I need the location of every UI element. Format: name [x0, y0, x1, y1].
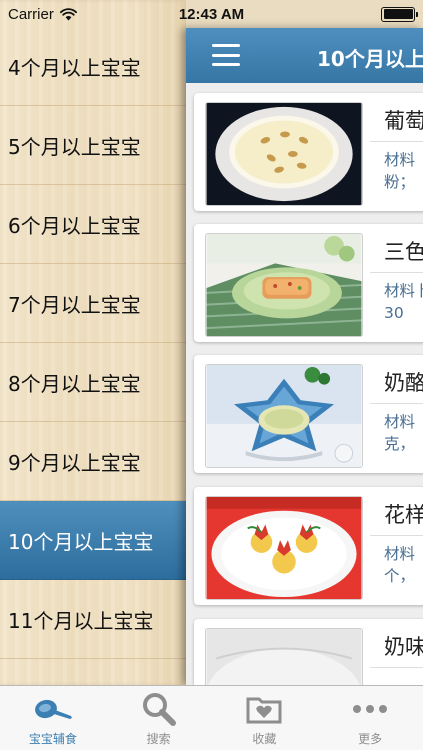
divider [370, 141, 423, 142]
status-bar: Carrier 12:43 AM [0, 0, 423, 28]
menu-item-label: 9个月以上宝宝 [8, 450, 141, 475]
menu-item-label: 6个月以上宝宝 [8, 213, 141, 238]
recipe-thumbnail [205, 496, 363, 600]
tab-label: 宝宝辅食 [28, 732, 77, 746]
glass-bowl-image [206, 629, 362, 685]
divider [370, 403, 423, 404]
menu-item-4-months[interactable]: 4个月以上宝宝 [0, 28, 186, 106]
menu-item-11-months[interactable]: 11个月以上宝宝 [0, 580, 186, 659]
wifi-icon [59, 7, 77, 20]
menu-item-8-months[interactable]: 8个月以上宝宝 [0, 343, 186, 422]
search-icon [137, 690, 181, 728]
recipe-title: 葡萄 [384, 109, 423, 133]
menu-toggle-icon[interactable] [212, 43, 240, 67]
tab-baby-food[interactable]: 宝宝辅食 [0, 686, 106, 750]
fish-cake-plate-image [206, 234, 362, 336]
recipe-thumbnail [205, 102, 363, 206]
tab-label: 搜索 [146, 732, 171, 746]
recipe-card[interactable]: 花样 材料个， [194, 487, 423, 605]
favorites-folder-icon [242, 690, 286, 728]
menu-item-7-months[interactable]: 7个月以上宝宝 [0, 264, 186, 343]
carrier-label: Carrier [8, 5, 54, 23]
recipe-description: 材料个， [384, 545, 416, 585]
recipe-description: 材料卜30 [384, 282, 423, 322]
recipe-card[interactable]: 奶味 [194, 619, 423, 685]
menu-item-label: 8个月以上宝宝 [8, 371, 141, 396]
star-bowl-image [206, 365, 362, 467]
recipe-title: 奶味 [384, 635, 423, 659]
tab-favorites[interactable]: 收藏 [212, 686, 318, 750]
menu-item-5-months[interactable]: 5个月以上宝宝 [0, 106, 186, 185]
menu-item-10-months[interactable]: 10个月以上宝宝 [0, 501, 186, 580]
recipe-title: 三色 [384, 240, 423, 264]
nav-bar: 10个月以上 [186, 28, 423, 83]
menu-item-9-months[interactable]: 9个月以上宝宝 [0, 422, 186, 501]
menu-item-6-months[interactable]: 6个月以上宝宝 [0, 185, 186, 264]
recipe-title: 花样 [384, 503, 423, 527]
tab-label: 收藏 [252, 732, 277, 746]
age-menu-list: 4个月以上宝宝 5个月以上宝宝 6个月以上宝宝 7个月以上宝宝 8个月以上宝宝 … [0, 28, 186, 659]
more-icon [348, 690, 392, 728]
recipe-card[interactable]: 葡萄 材料粉； [194, 93, 423, 211]
menu-item-label: 7个月以上宝宝 [8, 292, 141, 317]
recipe-thumbnail [205, 628, 363, 685]
menu-item-label: 5个月以上宝宝 [8, 134, 141, 159]
page-title: 10个月以上 [317, 47, 423, 71]
recipe-description: 材料粉； [384, 151, 416, 191]
divider [370, 535, 423, 536]
divider [370, 272, 423, 273]
divider [370, 667, 423, 668]
spoon-icon [31, 690, 75, 728]
recipe-thumbnail [205, 233, 363, 337]
tab-label: 更多 [358, 732, 383, 746]
tab-bar: 宝宝辅食 搜索 收藏 更多 [0, 685, 423, 750]
menu-item-label: 11个月以上宝宝 [8, 608, 154, 633]
recipe-description [384, 675, 423, 685]
flower-plate-image [206, 497, 362, 599]
menu-item-label: 4个月以上宝宝 [8, 56, 141, 80]
tab-more[interactable]: 更多 [317, 686, 423, 750]
recipe-card[interactable]: 三色 材料卜30 [194, 224, 423, 342]
recipe-list: 葡萄 材料粉； 三色 材料卜30 奶酪 材料克， 花样 材料个， 奶味 [186, 83, 423, 685]
status-left: Carrier [8, 6, 77, 23]
recipe-title: 奶酪 [384, 371, 423, 395]
menu-item-label: 10个月以上宝宝 [8, 529, 154, 554]
pudding-bowl-image [206, 103, 362, 205]
tab-search[interactable]: 搜索 [106, 686, 212, 750]
recipe-card[interactable]: 奶酪 材料克， [194, 355, 423, 473]
recipe-thumbnail [205, 364, 363, 468]
recipe-description: 材料克， [384, 413, 416, 453]
battery-icon [381, 6, 418, 22]
side-menu: 4个月以上宝宝 5个月以上宝宝 6个月以上宝宝 7个月以上宝宝 8个月以上宝宝 … [0, 0, 186, 685]
main-panel: 10个月以上 葡萄 材料粉； 三色 材料卜30 奶酪 材料克， 花样 材料个， … [186, 28, 423, 685]
